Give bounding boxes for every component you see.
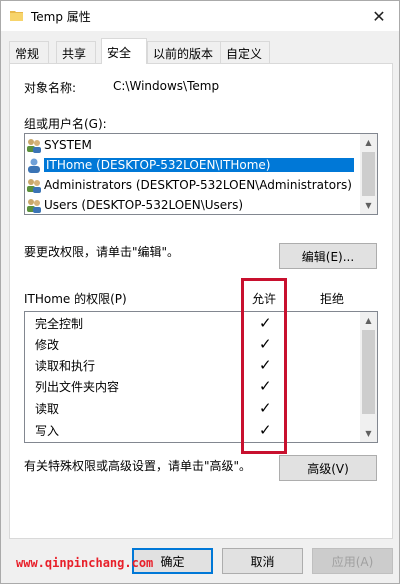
edit-hint: 要更改权限，请单击"编辑"。	[24, 245, 180, 259]
cancel-button[interactable]: 取消	[222, 548, 303, 574]
close-icon: ✕	[372, 6, 386, 26]
scroll-down-icon[interactable]: ▼	[360, 197, 377, 214]
window-title: Temp 属性	[31, 10, 91, 24]
scroll-down-icon[interactable]: ▼	[360, 425, 377, 442]
object-name-label: 对象名称:	[24, 81, 77, 95]
group-icon	[27, 139, 41, 153]
user-listbox[interactable]: SYSTEM ITHome (DESKTOP-532LOEN\ITHome) A…	[24, 133, 378, 215]
list-item[interactable]: Administrators (DESKTOP-532LOEN\Administ…	[26, 175, 356, 195]
tab-customize[interactable]: 自定义	[220, 41, 270, 63]
advanced-hint: 有关特殊权限或高级设置，请单击"高级"。	[24, 459, 252, 473]
deny-header: 拒绝	[320, 292, 345, 306]
table-row: 修改	[35, 338, 60, 352]
tab-bar: 常规 共享 安全 以前的版本 自定义	[9, 38, 393, 64]
folder-icon	[10, 11, 23, 21]
group-user-label: 组或用户名(G):	[24, 117, 107, 131]
user-list-scrollbar[interactable]: ▲ ▼	[360, 134, 377, 214]
tab-sharing[interactable]: 共享	[56, 41, 96, 63]
allow-column-highlight	[241, 278, 287, 454]
watermark-text: www.qinpinchang.com	[16, 556, 154, 570]
table-row: 读取	[35, 402, 60, 416]
tab-previous-versions[interactable]: 以前的版本	[147, 41, 221, 63]
table-row: 写入	[35, 424, 60, 438]
list-item[interactable]: Users (DESKTOP-532LOEN\Users)	[26, 195, 356, 214]
edit-button[interactable]: 编辑(E)...	[279, 243, 377, 269]
scroll-thumb[interactable]	[362, 330, 375, 414]
group-icon	[27, 199, 41, 213]
table-row: 列出文件夹内容	[35, 380, 120, 394]
table-row: 完全控制	[35, 317, 84, 331]
scroll-up-icon[interactable]: ▲	[360, 312, 377, 329]
permissions-label: ITHome 的权限(P)	[24, 292, 127, 306]
properties-window: Temp 属性 ✕ 常规 共享 安全 以前的版本 自定义 对象名称: C:\Wi…	[0, 0, 400, 584]
tab-security[interactable]: 安全	[101, 38, 147, 64]
apply-button[interactable]: 应用(A)	[312, 548, 393, 574]
title-bar[interactable]: Temp 属性 ✕	[1, 1, 399, 31]
permissions-scrollbar[interactable]: ▲ ▼	[360, 312, 377, 442]
group-icon	[27, 179, 41, 193]
scroll-thumb[interactable]	[362, 152, 375, 196]
tab-general[interactable]: 常规	[9, 41, 49, 63]
object-name-value: C:\Windows\Temp	[113, 79, 220, 93]
table-row: 读取和执行	[35, 359, 96, 373]
user-icon	[28, 158, 40, 173]
close-button[interactable]: ✕	[359, 1, 399, 31]
permissions-listbox[interactable]: 完全控制 修改 读取和执行 列出文件夹内容 读取 写入 ✓ ✓ ✓ ✓ ✓ ✓ …	[24, 311, 378, 443]
list-item[interactable]: SYSTEM	[26, 135, 356, 155]
scroll-up-icon[interactable]: ▲	[360, 134, 377, 151]
advanced-button[interactable]: 高级(V)	[279, 455, 377, 481]
list-item-selected[interactable]: ITHome (DESKTOP-532LOEN\ITHome)	[26, 155, 356, 175]
